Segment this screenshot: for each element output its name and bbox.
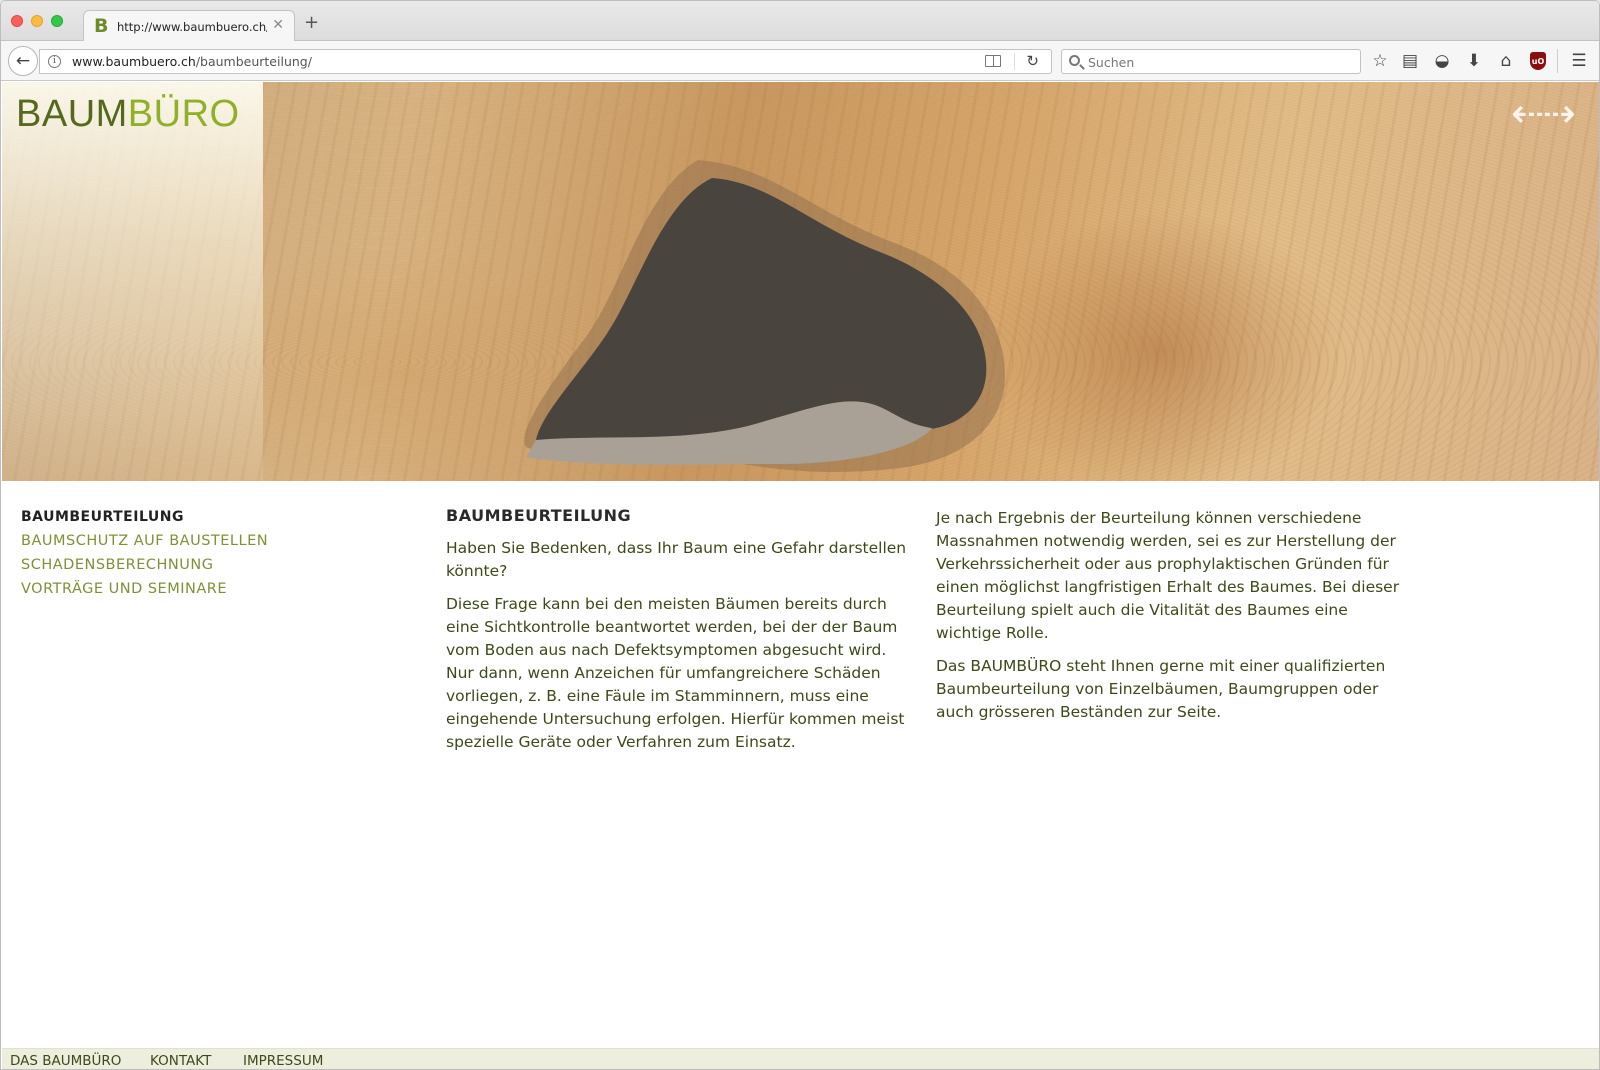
pocket-icon[interactable]: ◒: [1431, 50, 1453, 72]
content-column-right: Je nach Ergebnis der Beurteilung können …: [936, 507, 1401, 734]
hero-image-slider: BAUMBÜRO ⇠⇢: [2, 82, 1599, 481]
tab-close-icon[interactable]: ✕: [272, 17, 284, 33]
ublock-icon: uO: [1530, 52, 1546, 70]
slider-prev-arrow-icon[interactable]: ⇠: [1511, 91, 1544, 137]
back-arrow-icon: ←: [15, 51, 31, 71]
url-path: /baumbeurteilung/: [195, 54, 312, 69]
window-close-button[interactable]: [11, 15, 23, 27]
content-paragraph: Das BAUMBÜRO steht Ihnen gerne mit einer…: [936, 657, 1386, 721]
site-favicon-icon: B: [94, 15, 109, 37]
footer-bar: DAS BAUMBÜRO KONTAKT IMPRESSUM: [2, 1048, 1599, 1069]
window-maximize-button[interactable]: [51, 15, 63, 27]
back-button[interactable]: ←: [8, 46, 38, 76]
download-icon[interactable]: ⬇: [1463, 50, 1485, 72]
footer-link-impressum[interactable]: IMPRESSUM: [243, 1053, 323, 1069]
window-minimize-button[interactable]: [31, 15, 43, 27]
logo-text-baum: BAUM: [16, 93, 128, 135]
hamburger-menu-icon[interactable]: ☰: [1568, 50, 1590, 72]
slider-controls: ⇠⇢: [1511, 91, 1576, 137]
url-divider: [1014, 53, 1015, 70]
reload-icon[interactable]: ↻: [1026, 52, 1039, 70]
content-paragraph: Diese Frage kann bei den meisten Bäumen …: [446, 595, 905, 751]
browser-window: B http://www.baumbuero.ch/baumbeurteilun…: [0, 0, 1600, 1070]
reader-view-icon[interactable]: [985, 55, 1001, 67]
search-bar[interactable]: [1061, 49, 1361, 74]
content-paragraph: Je nach Ergebnis der Beurteilung können …: [936, 509, 1400, 642]
subnav-item-schadensberechnung[interactable]: SCHADENSBERECHNUNG: [21, 553, 381, 577]
tab-title: http://www.baumbuero.ch/baumbeurteilung/: [117, 20, 267, 34]
new-tab-button[interactable]: +: [304, 14, 319, 32]
footer-link-das-baumbuero[interactable]: DAS BAUMBÜRO: [10, 1053, 121, 1069]
web-page: BAUMBÜRO ⇠⇢ BAUMBEURTEILUNG BAUMSCHUTZ A…: [2, 82, 1599, 1069]
ublock-button[interactable]: uO: [1527, 50, 1549, 72]
url-host: www.baumbuero.ch: [72, 54, 196, 69]
logo-panel: [2, 82, 263, 481]
bookmark-star-icon[interactable]: ☆: [1369, 50, 1391, 72]
footer-link-kontakt[interactable]: KONTAKT: [150, 1053, 211, 1069]
section-subnav: BAUMBEURTEILUNG BAUMSCHUTZ AUF BAUSTELLE…: [21, 505, 381, 601]
logo-text-buero: BÜRO: [127, 93, 240, 135]
navigation-toolbar: ← i www.baumbuero.ch/baumbeurteilung/ ↻ …: [1, 41, 1599, 81]
url-text[interactable]: www.baumbuero.ch/baumbeurteilung/: [72, 54, 312, 69]
search-input[interactable]: [1088, 53, 1348, 71]
url-bar[interactable]: i www.baumbuero.ch/baumbeurteilung/ ↻: [39, 49, 1052, 74]
toolbar-divider: [1557, 49, 1558, 73]
content-paragraph: Haben Sie Bedenken, dass Ihr Baum eine G…: [446, 539, 907, 580]
subnav-item-vortraege[interactable]: VORTRÄGE UND SEMINARE: [21, 577, 381, 601]
slider-next-arrow-icon[interactable]: ⇢: [1542, 91, 1575, 137]
browser-tab-active[interactable]: B http://www.baumbuero.ch/baumbeurteilun…: [83, 10, 295, 42]
site-logo[interactable]: BAUMBÜRO: [16, 92, 240, 136]
search-icon: [1069, 55, 1080, 66]
subnav-item-baumbeurteilung[interactable]: BAUMBEURTEILUNG: [21, 505, 381, 529]
title-bar: B http://www.baumbuero.ch/baumbeurteilun…: [1, 1, 1599, 42]
content-column-left: BAUMBEURTEILUNG Haben Sie Bedenken, dass…: [446, 505, 911, 764]
tree-cavity-image: [524, 160, 1006, 473]
info-icon[interactable]: i: [48, 55, 61, 68]
home-icon[interactable]: ⌂: [1495, 50, 1517, 72]
page-title: BAUMBEURTEILUNG: [446, 506, 632, 525]
subnav-item-baumschutz[interactable]: BAUMSCHUTZ AUF BAUSTELLEN: [21, 529, 381, 553]
reading-list-icon[interactable]: ▤: [1399, 50, 1421, 72]
